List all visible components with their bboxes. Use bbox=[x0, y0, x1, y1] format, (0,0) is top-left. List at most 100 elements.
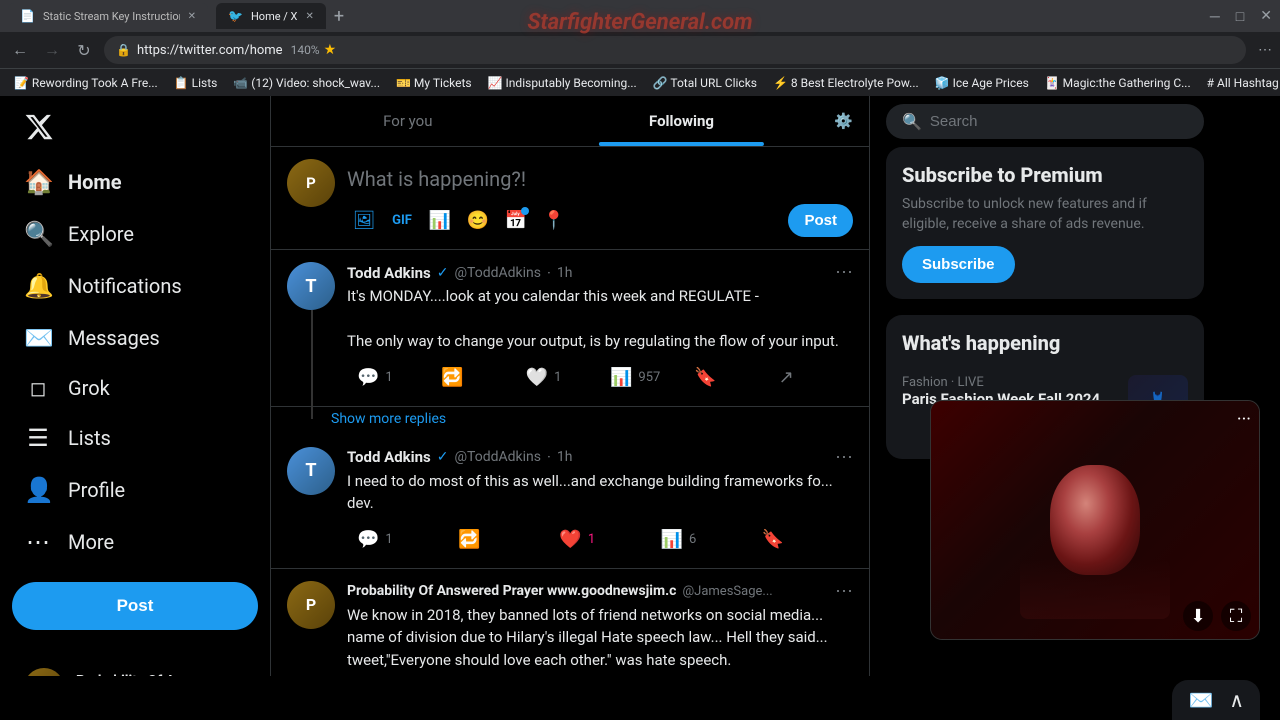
back-button[interactable]: ← bbox=[8, 38, 32, 62]
address-bar[interactable]: 🔒 https://twitter.com/home 140% ★ bbox=[104, 36, 1246, 64]
tweet-header: P Probability Of Answered Prayer www.goo… bbox=[287, 581, 853, 677]
tweet-author-name: Probability Of Answered Prayer www.goodn… bbox=[347, 583, 676, 599]
messages-bottom-icon[interactable]: ✉️ bbox=[1188, 688, 1213, 712]
retweet-button[interactable]: 🔁 bbox=[448, 523, 549, 556]
like-count: 1 bbox=[554, 370, 561, 385]
tweet-main: Todd Adkins ✓ @ToddAdkins · 1h ⋯ I need … bbox=[347, 447, 853, 556]
subscribe-button[interactable]: Subscribe bbox=[902, 246, 1015, 283]
like-button[interactable]: ❤️ 1 bbox=[549, 523, 650, 556]
views-icon: 📊 bbox=[610, 367, 632, 388]
sidebar-item-more[interactable]: ⋯ More bbox=[12, 518, 258, 566]
poll-button[interactable]: 📊 bbox=[423, 203, 457, 237]
tab-following[interactable]: Following bbox=[545, 96, 819, 146]
composer-placeholder[interactable]: What is happening?! bbox=[347, 159, 853, 203]
sidebar-nav: 🏠 Home 🔍 Explore 🔔 Notifications ✉️ Mess… bbox=[12, 158, 258, 566]
refresh-button[interactable]: ↻ bbox=[72, 38, 96, 62]
emoji-button[interactable]: 😊 bbox=[461, 203, 495, 237]
tweet-more-button[interactable]: ⋯ bbox=[835, 581, 853, 602]
bookmark-item[interactable]: 📹 (12) Video: shock_wav... bbox=[227, 74, 386, 92]
x-logo[interactable] bbox=[12, 104, 258, 154]
media-upload-button[interactable]: 🖼 bbox=[347, 203, 381, 237]
post-button[interactable]: Post bbox=[12, 582, 258, 630]
location-button[interactable]: 📍 bbox=[537, 203, 571, 237]
whats-happening-title: What's happening bbox=[902, 331, 1188, 355]
collapse-icon[interactable]: ∧ bbox=[1229, 688, 1244, 712]
new-tab-button[interactable]: + bbox=[334, 6, 344, 27]
tab-label: Static Stream Key Instructions bbox=[43, 10, 180, 23]
sidebar-item-explore[interactable]: 🔍 Explore bbox=[12, 210, 258, 258]
tweet-row[interactable]: T Todd Adkins ✓ @ToddAdkins · 1h ⋯ I nee… bbox=[271, 435, 869, 569]
tweet-user-row: Todd Adkins ✓ @ToddAdkins · 1h ⋯ bbox=[347, 262, 853, 283]
window-minimize[interactable]: ─ bbox=[1210, 8, 1220, 25]
tweet-separator: · bbox=[547, 264, 551, 282]
bookmark-item[interactable]: 📋 Lists bbox=[168, 74, 224, 92]
bookmark-item[interactable]: 📈 Indisputably Becoming... bbox=[482, 74, 643, 92]
sidebar-item-home[interactable]: 🏠 Home bbox=[12, 158, 258, 206]
retweet-button[interactable]: 🔁 bbox=[431, 361, 515, 394]
bookmark-button[interactable]: 🔖 bbox=[684, 361, 768, 394]
tweet-user-row: Todd Adkins ✓ @ToddAdkins · 1h ⋯ bbox=[347, 447, 853, 468]
bookmark-item[interactable]: ⚡ 8 Best Electrolyte Pow... bbox=[767, 74, 925, 92]
sidebar-item-messages[interactable]: ✉️ Messages bbox=[12, 314, 258, 362]
premium-card: Subscribe to Premium Subscribe to unlock… bbox=[886, 147, 1204, 299]
main-header: For you Following ⚙️ bbox=[271, 96, 869, 147]
bookmark-item[interactable]: 🎫 My Tickets bbox=[390, 74, 478, 92]
reply-icon: 💬 bbox=[357, 529, 379, 550]
sidebar-item-notifications[interactable]: 🔔 Notifications bbox=[12, 262, 258, 310]
share-button[interactable]: ↗ bbox=[769, 361, 853, 394]
video-overlay: ··· ⬇ ⛶ bbox=[930, 400, 1260, 640]
sidebar-user[interactable]: P Probability Of Answer @JamesSager ⋯ bbox=[12, 660, 258, 676]
composer-post-button[interactable]: Post bbox=[788, 204, 853, 237]
reply-button[interactable]: 💬 1 bbox=[347, 361, 431, 394]
extensions-icon[interactable]: ⋯ bbox=[1258, 42, 1272, 58]
tweet-more-button[interactable]: ⋯ bbox=[835, 262, 853, 283]
bookmark-item[interactable]: # All Hashtag - Hashtag... bbox=[1201, 74, 1280, 92]
tabs-row: For you Following ⚙️ bbox=[271, 96, 869, 146]
video-expand-icon[interactable]: ⛶ bbox=[1221, 601, 1251, 631]
window-close[interactable]: ✕ bbox=[1260, 8, 1272, 24]
sidebar-item-profile[interactable]: 👤 Profile bbox=[12, 466, 258, 514]
forward-button[interactable]: → bbox=[40, 38, 64, 62]
tab-for-you[interactable]: For you bbox=[271, 96, 545, 146]
window-maximize[interactable]: □ bbox=[1236, 8, 1244, 25]
tab-close-icon[interactable]: ✕ bbox=[188, 11, 196, 22]
tweet-row[interactable]: P Probability Of Answered Prayer www.goo… bbox=[271, 569, 869, 677]
browser-tab-active[interactable]: 🐦 Home / X ✕ bbox=[216, 3, 326, 29]
video-minimize-icon[interactable]: ⬇ bbox=[1183, 601, 1213, 631]
gif-button[interactable]: GIF bbox=[385, 203, 419, 237]
grok-icon: ◻ bbox=[24, 376, 52, 400]
tab-close-active-icon[interactable]: ✕ bbox=[305, 11, 313, 22]
sidebar-item-lists[interactable]: ☰ Lists bbox=[12, 414, 258, 462]
bottom-toolbar: ✉️ ∧ bbox=[1172, 680, 1260, 720]
search-icon: 🔍 bbox=[902, 112, 922, 131]
settings-tab-icon[interactable]: ⚙️ bbox=[818, 100, 869, 142]
bookmark-item[interactable]: 🃏 Magic:the Gathering C... bbox=[1039, 74, 1197, 92]
composer-actions: 🖼 GIF 📊 😊 📅 📍 Post bbox=[347, 203, 853, 237]
views-button[interactable]: 📊 957 bbox=[600, 361, 684, 394]
bookmark-item[interactable]: 📝 Rewording Took A Fre... bbox=[8, 74, 164, 92]
bookmark-button[interactable]: 🔖 bbox=[752, 523, 853, 556]
bookmark-star-icon[interactable]: ★ bbox=[324, 42, 337, 58]
premium-description: Subscribe to unlock new features and if … bbox=[902, 195, 1188, 234]
like-button[interactable]: 🤍 1 bbox=[516, 361, 600, 394]
video-more-button[interactable]: ··· bbox=[1237, 409, 1251, 430]
sidebar-item-grok[interactable]: ◻ Grok bbox=[12, 366, 258, 410]
schedule-button[interactable]: 📅 bbox=[499, 203, 533, 237]
bookmark-item[interactable]: 🧊 Ice Age Prices bbox=[929, 74, 1035, 92]
tweet-more-button[interactable]: ⋯ bbox=[835, 447, 853, 468]
retweet-icon: 🔁 bbox=[458, 529, 480, 550]
reply-button[interactable]: 💬 1 bbox=[347, 523, 448, 556]
tweet-text: We know in 2018, they banned lots of fri… bbox=[347, 604, 853, 672]
tweet-avatar: P bbox=[287, 581, 335, 629]
bookmark-item[interactable]: 🔗 Total URL Clicks bbox=[647, 74, 763, 92]
tweet-row[interactable]: T Todd Adkins ✓ @ToddAdkins · 1h ⋯ It's … bbox=[271, 250, 869, 407]
browser-tab-inactive[interactable]: 📄 Static Stream Key Instructions ✕ bbox=[8, 3, 208, 29]
search-input[interactable] bbox=[930, 113, 1188, 130]
views-button[interactable]: 📊 6 bbox=[651, 523, 752, 556]
video-controls: ⬇ ⛶ bbox=[1175, 593, 1259, 639]
search-input-wrapper[interactable]: 🔍 bbox=[886, 104, 1204, 139]
premium-title: Subscribe to Premium bbox=[902, 163, 1188, 187]
show-more-replies-button[interactable]: Show more replies bbox=[271, 407, 869, 435]
sidebar-item-label: Profile bbox=[68, 478, 125, 502]
explore-icon: 🔍 bbox=[24, 220, 52, 248]
